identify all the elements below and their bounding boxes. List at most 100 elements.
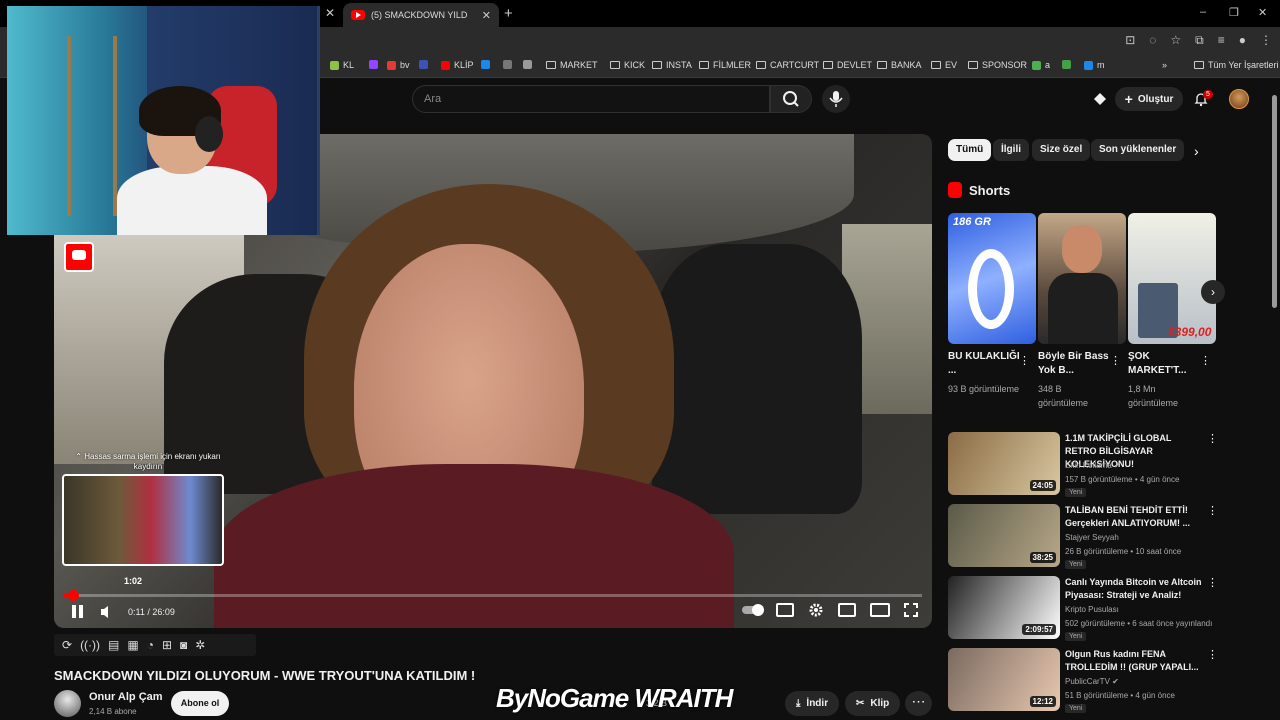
window-close-icon[interactable]: ✕ [1258,6,1267,19]
rec-channel[interactable]: Ekin Kollama ✔ [1065,461,1121,470]
settings-gear-icon[interactable] [808,602,824,618]
add-frame-icon[interactable]: ⊞ [162,638,172,652]
theater-mode-icon[interactable] [870,603,890,617]
speed-icon[interactable]: ◔ [147,638,154,652]
bookmark-item[interactable]: EV [931,60,957,70]
short-menu-icon[interactable]: ⋮ [1019,354,1030,367]
search-input[interactable]: Ara [412,85,770,113]
rec-channel[interactable]: Kripto Pusulası [1065,605,1119,614]
download-button[interactable]: ⤓ İndir [785,691,840,716]
bookmark-item[interactable]: BANKA [877,60,922,70]
menu-icon[interactable]: ⋮ [1260,33,1272,48]
bookmark-item[interactable] [503,60,512,69]
profile-icon[interactable]: ● [1239,33,1246,48]
eye-off-icon[interactable]: ◌ [1149,33,1156,48]
short-thumbnail[interactable] [1038,213,1126,344]
bookmark-item[interactable] [523,60,532,69]
voice-search-button[interactable] [822,85,850,113]
fullscreen-icon[interactable] [904,603,918,617]
chip-related[interactable]: İlgili [993,139,1029,161]
search-button[interactable] [770,85,812,113]
media-icon[interactable]: ≡ [1218,33,1225,48]
bookmark-item[interactable]: bv [387,60,410,70]
close-icon[interactable]: ✕ [323,6,337,20]
star-icon[interactable]: ☆ [1170,33,1181,48]
page-scrollbar[interactable] [1272,95,1277,308]
short-title[interactable]: ŞOK MARKET'T... [1128,350,1200,378]
account-avatar[interactable] [1229,89,1249,109]
chevron-right-icon[interactable]: › [1194,143,1199,159]
bookmark-item[interactable] [419,60,428,69]
bookmark-item[interactable]: SPONSOR [968,60,1027,70]
rec-channel[interactable]: Stajyer Seyyah [1065,533,1119,542]
short-thumbnail[interactable]: 6399,00 [1128,213,1216,344]
bookmark-item[interactable] [1062,60,1071,69]
bookmark-item[interactable]: FİLMLER [699,60,751,70]
short-title[interactable]: BU KULAKLIĞI ... [948,350,1020,378]
rec-menu-icon[interactable]: ⋮ [1207,432,1218,445]
bookmark-item[interactable]: KLİP [441,60,474,70]
channel-avatar[interactable] [54,690,81,717]
bookmark-item[interactable]: KICK [610,60,645,70]
rec-menu-icon[interactable]: ⋮ [1207,576,1218,589]
audio-icon[interactable]: ((·)) [80,638,100,652]
subtitles-icon[interactable] [776,603,794,617]
extensions-icon[interactable]: ⧉ [1195,33,1204,48]
shorts-next-button[interactable]: › [1201,280,1225,304]
rec-channel[interactable]: PublicCarTV ✔ [1065,677,1119,686]
short-menu-icon[interactable]: ⋮ [1110,354,1121,367]
new-badge: Yeni [1065,704,1087,713]
rec-thumbnail[interactable]: 38:25 [948,504,1060,567]
rec-title[interactable]: Olgun Rus kadını FENA TROLLEDİM !! (GRUP… [1065,648,1205,674]
settings-icon[interactable]: ✲ [195,638,205,652]
clapper-icon[interactable]: ▤ [108,638,119,652]
chip-all[interactable]: Tümü [948,139,992,161]
rec-thumbnail[interactable]: 2:09:57 [948,576,1060,639]
bookmark-item[interactable]: CARTCURT [756,60,819,70]
minimize-icon[interactable]: – [1200,6,1206,18]
maximize-icon[interactable]: ❐ [1229,6,1239,19]
bookmark-item[interactable]: a [1032,60,1050,70]
screenshot-icon[interactable]: ◙ [180,638,187,652]
bookmark-item[interactable]: m [1084,60,1105,70]
create-button[interactable]: + Oluştur [1115,87,1183,111]
more-actions-button[interactable]: ⋯ [905,691,932,716]
install-icon[interactable]: ⊡ [1125,33,1135,48]
volume-icon[interactable] [100,604,112,620]
folder-icon [1194,61,1204,69]
chip-recent[interactable]: Son yüklenenler [1091,139,1185,161]
cast-icon[interactable] [1092,91,1108,107]
microphone-icon [829,91,843,107]
miniplayer-icon[interactable] [838,603,856,617]
autoplay-toggle[interactable] [742,604,764,616]
short-menu-icon[interactable]: ⋮ [1200,354,1211,367]
all-bookmarks-folder[interactable]: Tüm Yer İşaretleri [1194,60,1279,70]
bookmark-item[interactable]: DEVLET [823,60,872,70]
scrubber-handle[interactable] [68,590,79,601]
short-title[interactable]: Böyle Bir Bass Yok B... [1038,350,1110,378]
bookmarks-overflow-icon[interactable]: » [1162,60,1167,70]
tab-close-icon[interactable]: ✕ [482,9,491,22]
rec-title[interactable]: Canlı Yayında Bitcoin ve Altcoin Piyasas… [1065,576,1205,602]
clip-button[interactable]: ✂ Klip [845,691,901,716]
rec-thumbnail[interactable]: 12:12 [948,648,1060,711]
bookmark-item[interactable]: MARKET [546,60,598,70]
chip-for-you[interactable]: Size özel [1032,139,1091,161]
rec-thumbnail[interactable]: 24:05 [948,432,1060,495]
short-thumbnail[interactable]: 186 GR [948,213,1036,344]
loop-icon[interactable]: ⟳ [62,638,72,652]
rec-menu-icon[interactable]: ⋮ [1207,504,1218,517]
browser-tab-active[interactable]: (5) SMACKDOWN YILDIZI OLUYORUM ✕ [343,3,499,27]
channel-name[interactable]: Onur Alp Çam [89,691,163,703]
pause-icon[interactable] [72,604,84,620]
bookmark-item[interactable]: KL [330,60,354,70]
rec-title[interactable]: TALİBAN BENİ TEHDİT ETTİ! Gerçekleri ANL… [1065,504,1205,530]
new-tab-icon[interactable]: + [504,5,513,22]
subscribe-button[interactable]: Abone ol [171,691,229,716]
bookmark-item[interactable]: INSTA [652,60,692,70]
bookmark-item[interactable] [369,60,378,69]
filmstrip-icon[interactable]: ▦ [127,638,138,652]
rec-menu-icon[interactable]: ⋮ [1207,648,1218,661]
bookmark-item[interactable] [481,60,490,69]
progress-bar[interactable] [64,590,922,601]
